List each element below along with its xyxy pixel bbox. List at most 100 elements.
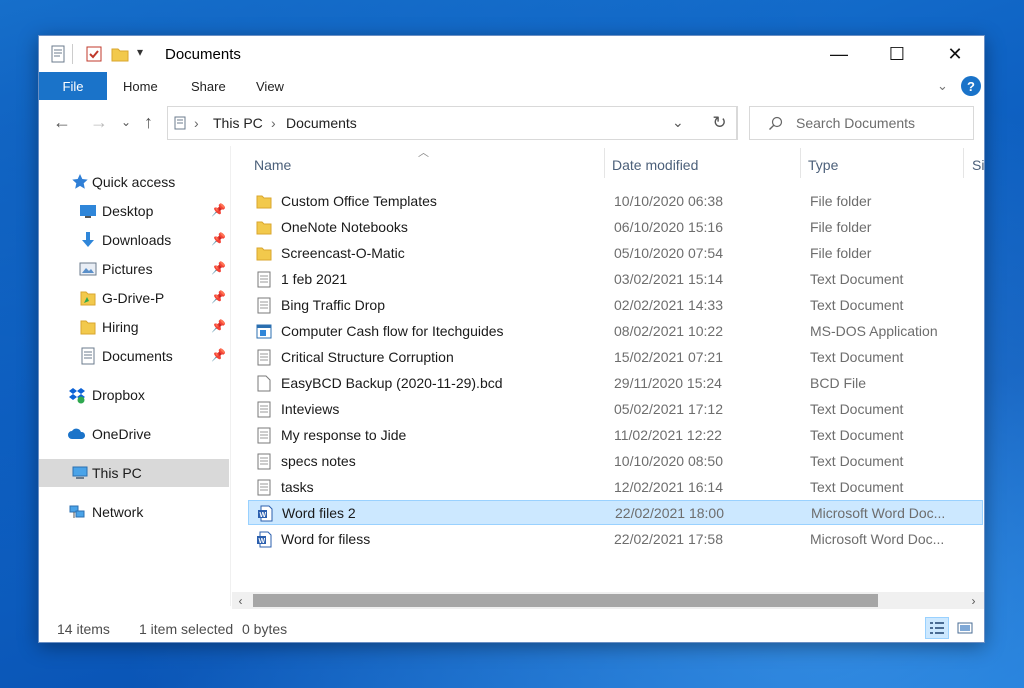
table-row[interactable]: 1 feb 2021 03/02/2021 15:14 Text Documen… xyxy=(248,267,983,292)
file-type: Text Document xyxy=(810,479,904,495)
sidebar-item-hiring[interactable]: Hiring 📌 xyxy=(39,313,229,341)
details-view-icon xyxy=(930,622,944,634)
pin-icon[interactable]: 📌 xyxy=(211,290,226,304)
minimize-button[interactable]: — xyxy=(810,36,868,72)
table-row[interactable]: Inteviews 05/02/2021 17:12 Text Document xyxy=(248,397,983,422)
customize-toolbar-icon[interactable]: ▾ xyxy=(137,45,143,59)
table-row[interactable]: Custom Office Templates 10/10/2020 06:38… xyxy=(248,189,983,214)
breadcrumb-separator-icon[interactable]: › xyxy=(194,115,199,131)
folder-icon xyxy=(256,247,272,261)
sidebar-item-downloads[interactable]: Downloads 📌 xyxy=(39,226,229,254)
column-divider[interactable] xyxy=(963,148,964,178)
file-type: File folder xyxy=(810,219,872,235)
folder-icon xyxy=(80,291,96,306)
pin-icon[interactable]: 📌 xyxy=(211,261,226,275)
table-row[interactable]: Screencast-O-Matic 05/10/2020 07:54 File… xyxy=(248,241,983,266)
search-input[interactable] xyxy=(796,115,966,131)
table-row[interactable]: OneNote Notebooks 06/10/2020 15:16 File … xyxy=(248,215,983,240)
sidebar-item-network[interactable]: Network xyxy=(39,498,229,526)
column-header-name[interactable]: Name xyxy=(254,146,291,184)
horizontal-scrollbar[interactable]: ‹ › xyxy=(232,592,984,609)
details-view-button[interactable] xyxy=(925,617,949,639)
file-name: Custom Office Templates xyxy=(281,193,437,209)
sidebar-item-pictures[interactable]: Pictures 📌 xyxy=(39,255,229,283)
file-name: Critical Structure Corruption xyxy=(281,349,454,365)
up-arrow-icon[interactable]: ↑ xyxy=(144,112,153,133)
search-box[interactable] xyxy=(749,106,974,140)
back-arrow-icon[interactable]: ← xyxy=(53,112,71,133)
table-row-selected[interactable]: W Word files 2 22/02/2021 18:00 Microsof… xyxy=(248,500,983,525)
file-name: Word files 2 xyxy=(282,505,356,521)
documents-icon xyxy=(81,347,95,365)
table-row[interactable]: specs notes 10/10/2020 08:50 Text Docume… xyxy=(248,449,983,474)
file-name: EasyBCD Backup (2020-11-29).bcd xyxy=(281,375,503,391)
sidebar-item-label: Pictures xyxy=(102,261,153,277)
column-divider[interactable] xyxy=(800,148,801,178)
new-folder-icon[interactable] xyxy=(111,45,129,63)
table-row[interactable]: Bing Traffic Drop 02/02/2021 14:33 Text … xyxy=(248,293,983,318)
text-file-icon xyxy=(257,479,271,496)
breadcrumb-separator-icon[interactable]: › xyxy=(271,115,276,131)
table-row[interactable]: W Word for filess 22/02/2021 17:58 Micro… xyxy=(248,527,983,552)
sidebar-item-desktop[interactable]: Desktop 📌 xyxy=(39,197,229,225)
properties-icon[interactable] xyxy=(49,45,67,63)
file-type: Microsoft Word Doc... xyxy=(810,531,945,547)
close-button[interactable]: ✕ xyxy=(926,36,984,72)
forward-arrow-icon[interactable]: → xyxy=(90,112,108,133)
sidebar-item-onedrive[interactable]: OneDrive xyxy=(39,420,229,448)
folder-icon xyxy=(256,195,272,209)
column-header-size[interactable]: Si xyxy=(972,146,984,184)
sidebar-item-this-pc[interactable]: This PC xyxy=(39,459,229,487)
pin-icon[interactable]: 📌 xyxy=(211,232,226,246)
sidebar-item-dropbox[interactable]: Dropbox xyxy=(39,381,229,409)
address-bar[interactable]: › This PC › Documents ⌄ xyxy=(167,106,737,140)
expand-ribbon-icon[interactable]: ⌄ xyxy=(937,78,948,94)
file-date: 15/02/2021 07:21 xyxy=(614,349,723,365)
svg-text:W: W xyxy=(260,512,267,519)
breadcrumb-documents[interactable]: Documents xyxy=(286,115,357,131)
file-date: 02/02/2021 14:33 xyxy=(614,297,723,313)
tab-file[interactable]: File xyxy=(39,72,107,100)
sidebar-item-documents[interactable]: Documents 📌 xyxy=(39,342,229,370)
table-row[interactable]: Critical Structure Corruption 15/02/2021… xyxy=(248,345,983,370)
sidebar-item-g-drive-p[interactable]: G-Drive-P 📌 xyxy=(39,284,229,312)
tab-view[interactable]: View xyxy=(256,72,284,100)
table-row[interactable]: My response to Jide 11/02/2021 12:22 Tex… xyxy=(248,423,983,448)
application-icon xyxy=(256,324,272,339)
column-header-type[interactable]: Type xyxy=(808,146,838,184)
scroll-left-icon[interactable]: ‹ xyxy=(232,592,249,609)
column-divider[interactable] xyxy=(604,148,605,178)
pictures-icon xyxy=(79,262,97,276)
pin-icon[interactable]: 📌 xyxy=(211,348,226,362)
file-type: File folder xyxy=(810,193,872,209)
sidebar-item-label: Downloads xyxy=(102,232,172,248)
file-date: 10/10/2020 06:38 xyxy=(614,193,723,209)
address-dropdown-icon[interactable]: ⌄ xyxy=(672,114,684,131)
item-count: 14 items xyxy=(57,621,110,637)
pin-icon[interactable]: 📌 xyxy=(211,319,226,333)
scroll-right-icon[interactable]: › xyxy=(965,592,982,609)
table-row[interactable]: tasks 12/02/2021 16:14 Text Document xyxy=(248,475,983,500)
recent-locations-icon[interactable]: ⌄ xyxy=(121,115,131,129)
sidebar-item-quick-access[interactable]: Quick access xyxy=(39,168,229,196)
help-icon[interactable]: ? xyxy=(961,76,981,96)
folder-icon xyxy=(80,320,96,335)
file-name: 1 feb 2021 xyxy=(281,271,348,287)
tab-home[interactable]: Home xyxy=(123,72,158,100)
file-date: 08/02/2021 10:22 xyxy=(614,323,723,339)
search-icon xyxy=(769,116,783,130)
large-icons-view-button[interactable] xyxy=(953,617,977,639)
download-arrow-icon xyxy=(82,232,94,247)
table-row[interactable]: EasyBCD Backup (2020-11-29).bcd 29/11/20… xyxy=(248,371,983,396)
table-row[interactable]: Computer Cash flow for Itechguides 08/02… xyxy=(248,319,983,344)
breadcrumb-this-pc[interactable]: This PC xyxy=(213,115,263,131)
file-type: Text Document xyxy=(810,271,904,287)
maximize-button[interactable]: ☐ xyxy=(868,36,926,72)
tab-share[interactable]: Share xyxy=(191,72,226,100)
pin-icon[interactable]: 📌 xyxy=(211,203,226,217)
scrollbar-thumb[interactable] xyxy=(253,594,878,607)
refresh-button[interactable]: ↻ xyxy=(702,106,738,140)
checkmark-properties-icon[interactable] xyxy=(85,45,103,63)
column-header-date-modified[interactable]: Date modified xyxy=(612,146,698,184)
file-date: 29/11/2020 15:24 xyxy=(614,375,722,391)
